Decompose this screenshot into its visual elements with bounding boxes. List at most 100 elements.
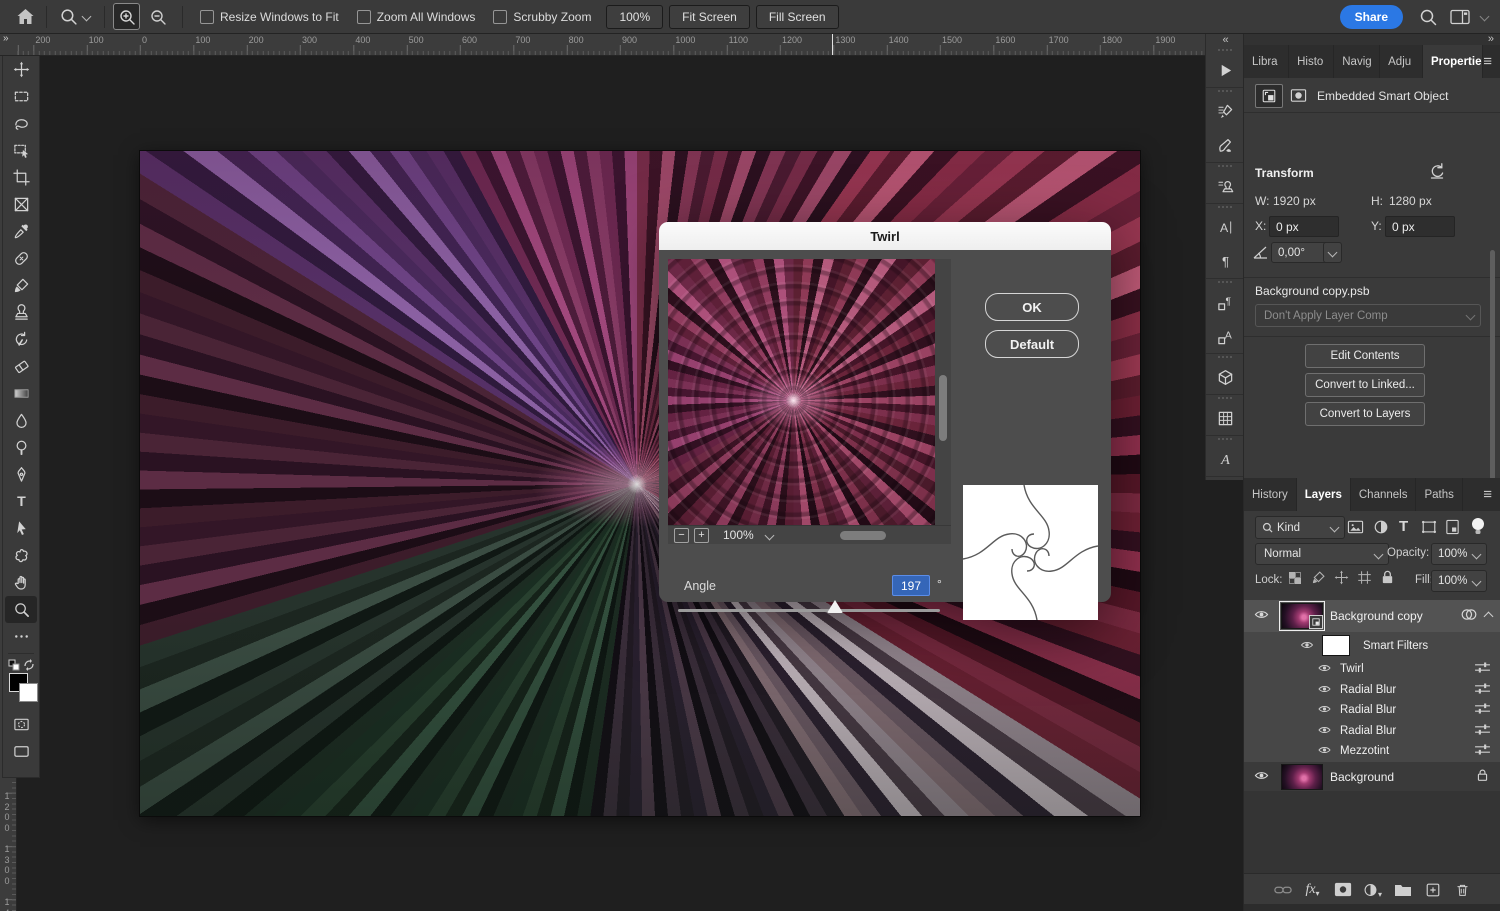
tool-preset-chevron-icon[interactable] xyxy=(82,12,92,22)
lock-artboard-icon[interactable] xyxy=(1357,570,1372,588)
lasso-tool[interactable] xyxy=(5,110,37,137)
rotation-value[interactable]: 0,00° xyxy=(1271,242,1329,263)
workspace-icon[interactable] xyxy=(1447,4,1473,30)
custom-shape-tool[interactable] xyxy=(5,542,37,569)
swap-colors-icon[interactable] xyxy=(23,659,35,674)
mask-properties-icon[interactable] xyxy=(1285,84,1311,106)
smart-filters-row[interactable]: Smart Filters xyxy=(1244,632,1500,659)
blend-mode-select[interactable]: Normal xyxy=(1255,543,1389,565)
frame-tool[interactable] xyxy=(5,191,37,218)
smart-filter-row[interactable]: Radial Blur xyxy=(1244,700,1500,721)
filter-name[interactable]: Mezzotint xyxy=(1340,745,1389,757)
preview-zoom-out-button[interactable]: − xyxy=(674,528,689,543)
background-color-swatch[interactable] xyxy=(19,683,38,702)
delete-layer-icon[interactable] xyxy=(1453,882,1472,898)
paragraph-panel-icon[interactable]: ¶ xyxy=(1206,244,1244,278)
filter-blending-options-icon[interactable] xyxy=(1474,723,1491,739)
rotation-chevron[interactable] xyxy=(1323,242,1342,263)
paragraph-styles-panel-icon[interactable]: ¶ xyxy=(1206,285,1244,319)
filter-blending-options-icon[interactable] xyxy=(1474,743,1491,759)
tab-libraries[interactable]: Libra xyxy=(1244,45,1289,78)
fill-select[interactable]: 100% xyxy=(1431,570,1487,592)
preview-hscroll-thumb[interactable] xyxy=(840,531,886,540)
visibility-eye-icon[interactable] xyxy=(1254,770,1269,784)
add-mask-icon[interactable] xyxy=(1333,882,1352,897)
scrubby-zoom-checkbox[interactable]: Scrubby Zoom xyxy=(493,10,591,24)
visibility-eye-icon[interactable] xyxy=(1300,639,1314,653)
quick-mask-mode-button[interactable] xyxy=(5,711,37,738)
fit-screen-button[interactable]: Fit Screen xyxy=(669,5,750,29)
default-colors-icon[interactable] xyxy=(8,659,20,674)
link-layers-icon[interactable] xyxy=(1273,884,1292,896)
x-input[interactable]: 0 px xyxy=(1269,216,1339,237)
visibility-eye-icon[interactable] xyxy=(1318,683,1331,697)
opacity-select[interactable]: 100% xyxy=(1431,543,1487,565)
panel-menu-icon[interactable]: ≡ xyxy=(1483,478,1500,511)
lock-all-icon[interactable] xyxy=(1380,569,1395,588)
tab-history[interactable]: History xyxy=(1244,478,1297,511)
filter-blending-options-icon[interactable] xyxy=(1474,702,1491,718)
tab-channels[interactable]: Channels xyxy=(1351,478,1417,511)
workspace-chevron-icon[interactable] xyxy=(1480,12,1490,22)
fill-screen-button[interactable]: Fill Screen xyxy=(756,5,839,29)
angle-slider-track[interactable] xyxy=(678,609,940,612)
resize-windows-to-fit-checkbox[interactable]: Resize Windows to Fit xyxy=(200,10,339,24)
filter-blending-options-icon[interactable] xyxy=(1474,661,1491,677)
crop-tool[interactable] xyxy=(5,164,37,191)
type-tool[interactable]: T xyxy=(5,488,37,515)
zoom-all-windows-checkbox[interactable]: Zoom All Windows xyxy=(357,10,476,24)
preview-zoom-level[interactable]: 100% xyxy=(723,528,754,542)
blur-tool[interactable] xyxy=(5,407,37,434)
layer-row-background[interactable]: Background xyxy=(1244,762,1500,791)
rectangular-marquee-tool[interactable] xyxy=(5,83,37,110)
filter-name[interactable]: Radial Blur xyxy=(1340,684,1396,696)
zoom-tool-icon[interactable] xyxy=(55,4,81,30)
brush-settings-panel-icon[interactable] xyxy=(1206,94,1244,128)
gradient-tool[interactable] xyxy=(5,380,37,407)
character-styles-panel-icon[interactable]: A xyxy=(1206,319,1244,353)
tab-paths[interactable]: Paths xyxy=(1416,478,1462,511)
dialog-title[interactable]: Twirl xyxy=(659,222,1111,251)
3d-panel-icon[interactable] xyxy=(1206,360,1244,394)
filter-mask-thumbnail[interactable] xyxy=(1322,635,1350,656)
lock-position-icon[interactable] xyxy=(1334,570,1349,588)
filter-type-layers-icon[interactable]: T xyxy=(1399,518,1408,535)
angle-input[interactable]: 197 xyxy=(892,575,930,596)
visibility-eye-icon[interactable] xyxy=(1318,724,1331,738)
layer-filter-kind-select[interactable]: Kind xyxy=(1255,516,1345,539)
new-layer-icon[interactable] xyxy=(1423,882,1442,898)
smart-filter-row[interactable]: Radial Blur xyxy=(1244,680,1500,701)
actions-panel-icon[interactable] xyxy=(1206,53,1244,87)
preview-vscroll-thumb[interactable] xyxy=(939,375,947,441)
patterns-panel-icon[interactable] xyxy=(1206,401,1244,435)
brush-tool[interactable] xyxy=(5,272,37,299)
edit-toolbar[interactable] xyxy=(5,623,37,650)
object-selection-tool[interactable] xyxy=(5,137,37,164)
preview-zoom-chevron-icon[interactable] xyxy=(764,530,774,540)
convert-to-linked-button[interactable]: Convert to Linked... xyxy=(1305,373,1425,397)
brushes-panel-icon[interactable] xyxy=(1206,128,1244,162)
share-button[interactable]: Share xyxy=(1340,5,1403,29)
y-input[interactable]: 0 px xyxy=(1385,216,1455,237)
smart-filter-row[interactable]: Radial Blur xyxy=(1244,721,1500,742)
layer-thumbnail[interactable] xyxy=(1281,603,1323,629)
lock-image-pixels-icon[interactable] xyxy=(1311,570,1326,588)
layer-thumbnail[interactable] xyxy=(1281,764,1323,790)
zoom-out-button[interactable] xyxy=(145,4,170,29)
zoom-in-button[interactable] xyxy=(113,3,140,30)
smart-filter-row[interactable]: Twirl xyxy=(1244,659,1500,680)
home-icon[interactable] xyxy=(12,4,38,30)
visibility-eye-icon[interactable] xyxy=(1318,744,1331,758)
smart-object-icon[interactable] xyxy=(1255,84,1283,108)
default-button[interactable]: Default xyxy=(985,330,1079,358)
visibility-eye-icon[interactable] xyxy=(1254,609,1269,623)
pen-tool[interactable] xyxy=(5,461,37,488)
ok-button[interactable]: OK xyxy=(985,293,1079,321)
layer-comp-select[interactable]: Don't Apply Layer Comp xyxy=(1255,304,1481,327)
history-brush-tool[interactable] xyxy=(5,326,37,353)
tab-properties[interactable]: Properties xyxy=(1423,45,1483,78)
filter-smart-objects-icon[interactable] xyxy=(1445,519,1460,538)
collapse-filters-chevron-icon[interactable] xyxy=(1484,611,1494,621)
tab-navigator[interactable]: Navig xyxy=(1334,45,1380,78)
layer-name[interactable]: Background copy xyxy=(1330,609,1423,623)
